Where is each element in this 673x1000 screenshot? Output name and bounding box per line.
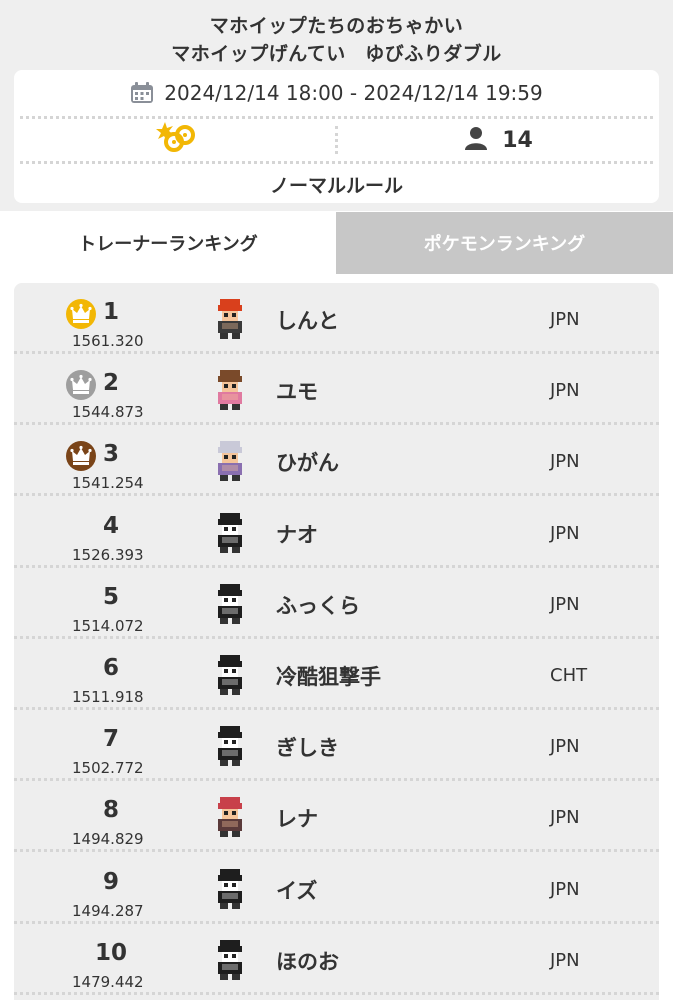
date-row: 2024/12/14 18:00 - 2024/12/14 19:59 [14, 70, 659, 116]
rank-number: 7 [102, 726, 119, 753]
region-code: JPN [550, 522, 580, 544]
rule-label: ノーマルルール [269, 174, 403, 197]
trainer-avatar-icon [210, 867, 250, 911]
rating-score: 1479.442 [72, 972, 144, 991]
header-titles: マホイップたちのおちゃかい マホイップげんてい ゆびふりダブル [0, 0, 673, 68]
trainer-name: ユモ [276, 380, 318, 405]
region-code: JPN [550, 736, 580, 758]
trainer-name: しんと [276, 309, 339, 333]
region-code: JPN [550, 593, 580, 615]
date-range: 2024/12/14 18:00 - 2024/12/14 19:59 [164, 81, 543, 105]
trainer-name: 冷酷狙撃手 [276, 665, 381, 689]
ranking-row[interactable]: 3 1541.254 ひがん JPN [14, 425, 659, 497]
ranking-tabs: トレーナーランキング ポケモンランキング [0, 212, 673, 274]
rank-number: 1 [102, 299, 119, 325]
trainer-name: ナオ [276, 522, 318, 547]
rating-score: 1526.393 [72, 545, 144, 564]
region-code: JPN [550, 380, 580, 402]
ranking-row[interactable]: 6 1511.918 冷酷狙撃手 CHT [14, 639, 659, 710]
player-count: 14 [502, 127, 533, 153]
rank-number: 2 [102, 370, 119, 397]
rating-score: 1541.254 [72, 474, 144, 493]
rank-number: 5 [102, 583, 119, 610]
calendar-icon [130, 82, 154, 104]
event-title: マホイップたちのおちゃかい [209, 15, 464, 37]
rating-score: 1544.873 [72, 403, 144, 422]
trainer-name: ぎしき [276, 736, 339, 761]
rating-score: 1511.918 [72, 688, 144, 706]
ranking-row[interactable]: 10 1479.442 ほのお JPN [14, 924, 659, 995]
region-code: CHT [550, 665, 588, 686]
trainer-avatar-icon [210, 938, 250, 982]
rank-number: 6 [102, 655, 119, 681]
ranking-row[interactable]: 5 1514.072 ふっくら JPN [14, 568, 659, 639]
trainer-avatar-icon [210, 724, 250, 768]
trainer-name: ふっくら [276, 593, 360, 618]
ranking-row[interactable]: 9 1494.287 イズ JPN [14, 853, 659, 924]
trainer-avatar-icon [210, 653, 250, 697]
rating-score: 1494.287 [72, 901, 144, 920]
ranking-row[interactable]: 7 1502.772 ぎしき JPN [14, 710, 659, 782]
region-code: JPN [550, 949, 580, 971]
trainer-name: レナ [276, 807, 318, 832]
ranking-row[interactable]: 1 1561.320 しんと JPN [14, 283, 659, 354]
rank-number: 9 [102, 868, 119, 895]
rank-number: 4 [102, 512, 119, 539]
trainer-name: ひがん [276, 451, 339, 476]
rank-number: 10 [94, 939, 127, 966]
ranking-row[interactable]: 8 1494.829 レナ JPN [14, 781, 659, 853]
format-players-row: 14 [14, 119, 659, 161]
region-code: JPN [550, 451, 580, 473]
battle-format-cell [14, 119, 335, 161]
person-icon [464, 126, 488, 154]
rating-score: 1502.772 [72, 759, 144, 778]
battle-format-icon [151, 118, 199, 162]
rating-score: 1514.072 [72, 616, 144, 635]
tab-pokemon-ranking[interactable]: ポケモンランキング [336, 212, 673, 274]
trainer-avatar-icon [210, 297, 250, 341]
ranking-list: 1 1561.320 しんと JPN 2 1544.873 ユモ JPN 3 1541.254 ひが… [14, 283, 659, 1000]
trainer-avatar-icon [210, 368, 250, 412]
trainer-avatar-icon [210, 582, 250, 626]
ranking-row[interactable]: 2 1544.873 ユモ JPN [14, 354, 659, 426]
event-subtitle: マホイップげんてい ゆびふりダブル [171, 43, 502, 65]
trainer-name: ほのお [276, 949, 339, 974]
tab-trainer-ranking[interactable]: トレーナーランキング [0, 212, 336, 274]
trainer-avatar-icon [210, 439, 250, 483]
event-info-card: 2024/12/14 18:00 - 2024/12/14 19:59 14 ノ… [14, 70, 659, 203]
trainer-name: イズ [276, 878, 318, 903]
rank-number: 3 [102, 441, 119, 468]
players-cell: 14 [338, 119, 659, 161]
rating-score: 1561.320 [72, 332, 144, 350]
rating-score: 1494.829 [72, 830, 144, 849]
region-code: JPN [550, 807, 580, 829]
rank-number: 8 [102, 797, 119, 824]
region-code: JPN [550, 309, 580, 330]
trainer-avatar-icon [210, 511, 250, 555]
ranking-row[interactable]: 4 1526.393 ナオ JPN [14, 497, 659, 568]
trainer-avatar-icon [210, 795, 250, 839]
region-code: JPN [550, 878, 580, 900]
